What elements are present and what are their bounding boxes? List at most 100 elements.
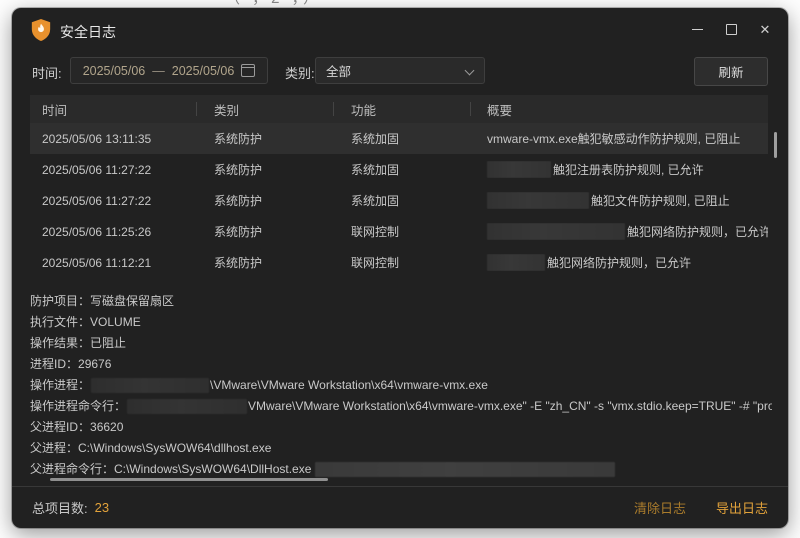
table-body: 2025/05/06 13:11:35系统防护系统加固vmware-vmx.ex… bbox=[30, 123, 768, 278]
redacted-text bbox=[487, 254, 545, 271]
column-header-summary: 概要 bbox=[470, 100, 768, 119]
detail-value: 36620 bbox=[90, 417, 123, 438]
redacted-text bbox=[315, 462, 615, 477]
redacted-text bbox=[127, 399, 247, 414]
log-row[interactable]: 2025/05/06 11:27:22系统防护系统加固 触犯注册表防护规则, 已允… bbox=[30, 154, 768, 185]
row-category: 系统防护 bbox=[196, 254, 333, 271]
clear-log-button[interactable]: 清除日志 bbox=[634, 498, 686, 517]
maximize-icon bbox=[726, 24, 737, 35]
detail-value: 29676 bbox=[78, 354, 111, 375]
row-summary-text: 触犯注册表防护规则, 已允许 bbox=[553, 161, 704, 178]
detail-label: 进程ID： bbox=[30, 354, 78, 375]
log-row[interactable]: 2025/05/06 11:12:21系统防护联网控制 触犯网络防护规则，已允许 bbox=[30, 247, 768, 278]
detail-label: 父进程： bbox=[30, 438, 78, 459]
maximize-button[interactable] bbox=[714, 14, 748, 44]
total-count-label: 总项目数: bbox=[32, 498, 88, 517]
close-icon: ✕ bbox=[760, 23, 771, 36]
log-row[interactable]: 2025/05/06 11:27:22系统防护系统加固 触犯文件防护规则, 已阻止 bbox=[30, 185, 768, 216]
row-function: 系统加固 bbox=[333, 192, 470, 209]
row-summary: 触犯网络防护规则，已允许 bbox=[470, 254, 768, 271]
time-filter-label: 时间: bbox=[32, 63, 62, 82]
redacted-text bbox=[487, 161, 551, 178]
export-log-button[interactable]: 导出日志 bbox=[716, 498, 768, 517]
footer-actions: 清除日志 导出日志 bbox=[634, 498, 768, 517]
row-time: 2025/05/06 13:11:35 bbox=[30, 132, 196, 146]
row-function: 系统加固 bbox=[333, 130, 470, 147]
redacted-text bbox=[91, 378, 209, 393]
horizontal-scrollbar[interactable] bbox=[50, 478, 328, 481]
row-category: 系统防护 bbox=[196, 192, 333, 209]
log-row[interactable]: 2025/05/06 11:25:26系统防护联网控制 触犯网络防护规则，已允许 bbox=[30, 216, 768, 247]
total-count: 总项目数: 23 bbox=[32, 498, 109, 517]
row-category: 系统防护 bbox=[196, 130, 333, 147]
column-divider bbox=[333, 102, 334, 116]
row-time: 2025/05/06 11:27:22 bbox=[30, 163, 196, 177]
table-header: 时间 类别 功能 概要 bbox=[30, 95, 768, 123]
redacted-text bbox=[487, 223, 625, 240]
detail-line: 执行文件：VOLUME bbox=[30, 312, 772, 333]
row-category: 系统防护 bbox=[196, 223, 333, 240]
total-count-value: 23 bbox=[95, 500, 109, 515]
detail-label: 防护项目： bbox=[30, 291, 90, 312]
detail-line: 进程ID：29676 bbox=[30, 354, 772, 375]
detail-value: 写磁盘保留扇区 bbox=[90, 291, 174, 312]
detail-panel: 防护项目：写磁盘保留扇区执行文件：VOLUME操作结果：已阻止进程ID：2967… bbox=[30, 291, 772, 481]
detail-label: 父进程命令行： bbox=[30, 459, 114, 480]
refresh-button[interactable]: 刷新 bbox=[694, 57, 768, 86]
detail-label: 操作进程： bbox=[30, 375, 90, 396]
filter-bar: 时间: 2025/05/06 — 2025/05/06 类别: 全部 刷新 bbox=[12, 57, 788, 87]
row-summary-text: 触犯文件防护规则, 已阻止 bbox=[591, 192, 730, 209]
minimize-icon bbox=[692, 29, 703, 30]
date-separator: — bbox=[152, 64, 165, 78]
chevron-down-icon bbox=[465, 66, 475, 76]
footer-bar: 总项目数: 23 清除日志 导出日志 bbox=[12, 486, 788, 528]
row-time: 2025/05/06 11:25:26 bbox=[30, 225, 196, 239]
row-summary-text: 触犯网络防护规则，已允许 bbox=[547, 254, 691, 271]
detail-value: C:\Windows\SysWOW64\dllhost.exe bbox=[78, 438, 271, 459]
title-bar: 安全日志 ✕ bbox=[12, 8, 788, 52]
column-header-function: 功能 bbox=[333, 100, 470, 119]
category-selected-value: 全部 bbox=[326, 61, 351, 80]
redacted-text bbox=[487, 192, 589, 209]
row-function: 联网控制 bbox=[333, 223, 470, 240]
app-shield-icon bbox=[30, 18, 52, 42]
log-row[interactable]: 2025/05/06 13:11:35系统防护系统加固 vmware-vmx.ex… bbox=[30, 123, 768, 154]
minimize-button[interactable] bbox=[680, 14, 714, 44]
window-title: 安全日志 bbox=[60, 22, 116, 42]
column-divider bbox=[196, 102, 197, 116]
row-time: 2025/05/06 11:12:21 bbox=[30, 256, 196, 270]
detail-value: 已阻止 bbox=[90, 333, 126, 354]
close-button[interactable]: ✕ bbox=[748, 14, 782, 44]
detail-line: 父进程：C:\Windows\SysWOW64\dllhost.exe bbox=[30, 438, 772, 459]
row-time: 2025/05/06 11:27:22 bbox=[30, 194, 196, 208]
row-summary-text: 触犯网络防护规则，已允许 bbox=[627, 223, 768, 240]
window-controls: ✕ bbox=[680, 14, 782, 44]
calendar-icon bbox=[241, 64, 255, 77]
row-category: 系统防护 bbox=[196, 161, 333, 178]
detail-value: C:\Windows\SysWOW64\DllHost.exe bbox=[114, 459, 311, 480]
detail-label: 操作进程命令行： bbox=[30, 396, 126, 417]
date-range-picker[interactable]: 2025/05/06 — 2025/05/06 bbox=[70, 57, 268, 84]
row-summary: 触犯网络防护规则，已允许 bbox=[470, 223, 768, 240]
column-header-time: 时间 bbox=[30, 100, 196, 119]
detail-label: 执行文件： bbox=[30, 312, 90, 333]
vertical-scrollbar[interactable] bbox=[774, 132, 777, 158]
date-from: 2025/05/06 bbox=[83, 64, 146, 78]
log-table: 时间 类别 功能 概要 2025/05/06 13:11:35系统防护系统加固v… bbox=[30, 95, 768, 278]
column-divider bbox=[470, 102, 471, 116]
row-summary: 触犯文件防护规则, 已阻止 bbox=[470, 192, 768, 209]
date-to: 2025/05/06 bbox=[172, 64, 235, 78]
detail-line: 父进程ID：36620 bbox=[30, 417, 772, 438]
detail-value: VMware\VMware Workstation\x64\vmware-vmx… bbox=[248, 396, 772, 417]
detail-line: 父进程命令行：C:\Windows\SysWOW64\DllHost.exe bbox=[30, 459, 772, 480]
row-function: 系统加固 bbox=[333, 161, 470, 178]
security-log-window: 安全日志 ✕ 时间: 2025/05/06 — 2025/05/06 类别: 全… bbox=[12, 8, 788, 528]
row-summary: 触犯注册表防护规则, 已允许 bbox=[470, 161, 768, 178]
row-summary-text: vmware-vmx.exe触犯敏感动作防护规则, 已阻止 bbox=[487, 130, 740, 147]
row-summary: vmware-vmx.exe触犯敏感动作防护规则, 已阻止 bbox=[470, 130, 768, 147]
detail-value: \VMware\VMware Workstation\x64\vmware-vm… bbox=[210, 375, 488, 396]
category-select[interactable]: 全部 bbox=[315, 57, 485, 84]
category-filter-label: 类别: bbox=[285, 63, 315, 82]
row-function: 联网控制 bbox=[333, 254, 470, 271]
detail-label: 操作结果： bbox=[30, 333, 90, 354]
